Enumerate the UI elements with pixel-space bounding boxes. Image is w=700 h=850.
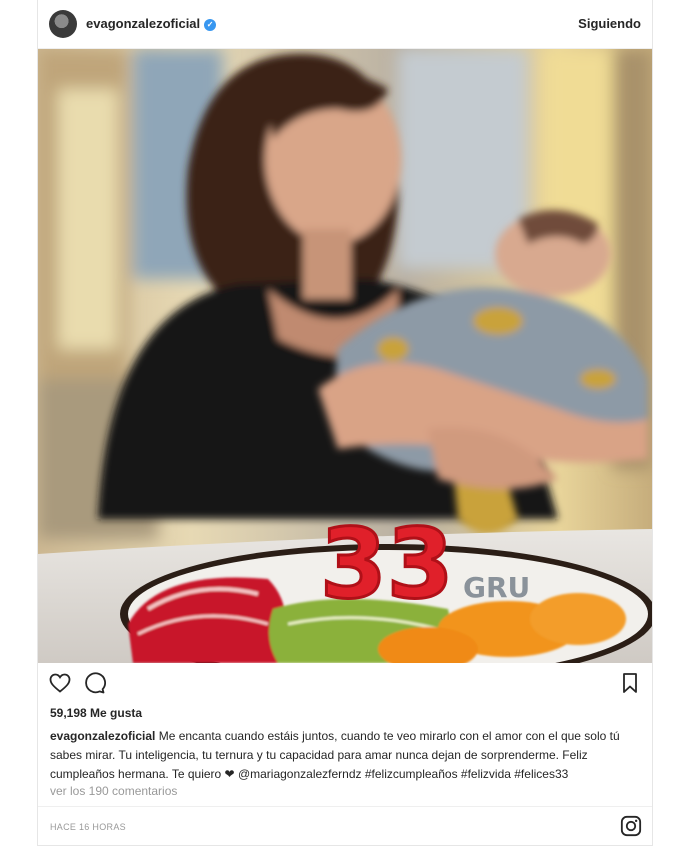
- caption-username[interactable]: evagonzalezoficial: [50, 729, 155, 743]
- verified-badge-icon: ✓: [204, 19, 217, 31]
- post-caption: evagonzalezoficial Me encanta cuando est…: [50, 727, 646, 784]
- post-username[interactable]: evagonzalezoficial ✓: [86, 16, 217, 31]
- following-button[interactable]: Siguiendo: [578, 16, 641, 31]
- post-timestamp: HACE 16 HORAS: [50, 822, 126, 832]
- likes-count[interactable]: 59,198 Me gusta: [50, 706, 142, 720]
- profile-avatar[interactable]: [49, 10, 77, 38]
- heart-icon[interactable]: [48, 671, 72, 695]
- post-header: evagonzalezoficial ✓ Siguiendo: [38, 0, 652, 49]
- instagram-post-card: evagonzalezoficial ✓ Siguiendo GRU 33 59…: [37, 0, 653, 846]
- comment-bubble-icon[interactable]: [82, 671, 106, 695]
- post-username-text[interactable]: evagonzalezoficial: [86, 16, 200, 31]
- post-actions-bar: [38, 663, 652, 703]
- birthday-candle-33: 33: [320, 508, 454, 620]
- post-photo-image: GRU 33: [38, 49, 652, 663]
- view-comments-link[interactable]: ver los 190 comentarios: [50, 784, 177, 798]
- instagram-logo-icon[interactable]: [620, 815, 642, 837]
- post-photo[interactable]: GRU 33: [38, 49, 652, 663]
- svg-text:GRU: GRU: [463, 571, 530, 604]
- post-footer: HACE 16 HORAS: [38, 806, 652, 846]
- bookmark-icon[interactable]: [618, 671, 642, 695]
